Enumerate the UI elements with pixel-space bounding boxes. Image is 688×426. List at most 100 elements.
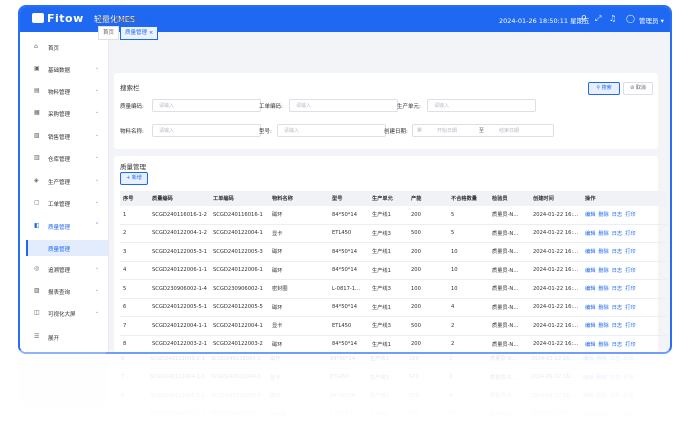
table-cell: ETL450 <box>329 316 369 336</box>
table-cell: 生产线3 <box>369 316 408 336</box>
breadcrumb-item[interactable]: 首页 <box>98 18 109 24</box>
quality-code-link[interactable]: SCGD240122004-1-1 <box>149 316 210 336</box>
sidebar-item-quality[interactable]: ◧ 质量管理 ⌃ <box>20 215 108 237</box>
sidebar-item-home[interactable]: ⌂ 首页 <box>20 36 108 58</box>
edit-link[interactable]: 编辑 <box>585 249 595 255</box>
table-cell: SCGD240122006-1 <box>210 261 269 280</box>
log-link[interactable]: 日志 <box>612 323 622 329</box>
log-link[interactable]: 日志 <box>612 212 622 218</box>
print-link[interactable]: 打印 <box>625 249 635 255</box>
quality-code-link[interactable]: SCGD230906002-1-4 <box>149 279 210 299</box>
chevron-down-icon: ⌄ <box>95 154 100 160</box>
table-cell: 质量员-N... <box>489 242 530 262</box>
quality-code-link[interactable]: SCGD240122004-1-2 <box>149 224 210 243</box>
table-row: 3 SCGD240122005-3-1 SCGD240122005-3 磁环 84*50… <box>120 242 667 262</box>
table-cell: 质量员-N... <box>489 279 530 299</box>
sidebar-expand[interactable]: ☰ 展开 <box>20 326 108 348</box>
breadcrumb-item[interactable]: 质量管理 <box>114 18 136 24</box>
table-cell: 显卡 <box>269 316 329 336</box>
delete-link[interactable]: 删除 <box>598 286 608 292</box>
edit-link[interactable]: 编辑 <box>585 268 595 274</box>
quality-code-link[interactable]: SCGD240122005-5-1 <box>149 298 210 317</box>
delete-link[interactable]: 删除 <box>598 231 608 237</box>
model-input[interactable]: 请输入 <box>277 124 386 137</box>
tab-quality[interactable]: 质量管理 × <box>120 26 159 40</box>
edit-link[interactable]: 编辑 <box>585 305 595 311</box>
home-icon: ⌂ <box>34 43 38 50</box>
tab-home[interactable]: 首页 <box>98 26 120 40</box>
print-link[interactable]: 打印 <box>625 231 635 237</box>
date-range-picker[interactable]: ▦ 开始日期 至 结束日期 <box>412 124 554 137</box>
table-cell: SCGD240122005-5 <box>210 298 269 317</box>
delete-link[interactable]: 删除 <box>598 212 608 218</box>
log-link[interactable]: 日志 <box>612 231 622 237</box>
log-link[interactable]: 日志 <box>612 342 622 348</box>
material-name-input[interactable]: 请输入 <box>152 124 261 137</box>
quality-code-input[interactable]: 请输入 <box>152 99 261 112</box>
production-unit-input[interactable]: 请输入 <box>427 99 536 112</box>
sidebar-subitem-quality[interactable]: 质量管理 <box>26 240 108 256</box>
cancel-button[interactable]: ⊘ 取消 <box>623 82 653 95</box>
table-cell: 2024-01-22 16:... <box>530 279 582 299</box>
table-row: 6 SCGD240122005-5-1 SCGD240122005-5 磁环 84*50… <box>120 298 667 317</box>
column-header: 生产单元 <box>369 191 408 206</box>
search-button[interactable]: ⚲ 搜索 <box>588 82 620 95</box>
quality-code-link[interactable]: SCGD240122006-1-1 <box>149 261 210 280</box>
edit-link[interactable]: 编辑 <box>585 231 595 237</box>
print-link[interactable]: 打印 <box>625 268 635 274</box>
print-link[interactable]: 打印 <box>625 305 635 311</box>
sidebar-item-basic-data[interactable]: ▣ 基础数据 ⌄ <box>20 58 108 80</box>
quality-code-link[interactable]: SCGD240116016-1-2 <box>149 206 210 225</box>
screen-icon: ◫ <box>34 309 40 316</box>
sidebar-item-screen[interactable]: ◫ 可视化大屏 ⌄ <box>20 302 108 324</box>
log-link[interactable]: 日志 <box>612 249 622 255</box>
log-link[interactable]: 日志 <box>612 286 622 292</box>
log-link[interactable]: 日志 <box>612 268 622 274</box>
table-cell: SCGD240122004-1 <box>210 224 269 243</box>
table-cell: 质量员-N... <box>489 316 530 336</box>
print-link[interactable]: 打印 <box>625 342 635 348</box>
print-link[interactable]: 打印 <box>625 286 635 292</box>
table-cell: 2024-01-22 16:... <box>530 298 582 317</box>
table-cell: 生产线1 <box>369 206 408 225</box>
column-header: 物料名称 <box>269 191 329 206</box>
sidebar: ⌂ 首页 ▣ 基础数据 ⌄ ▤ 物料管理 ⌄ ▦ 采购管理 ⌄ ▧ 销售管理 ⌄ ▥ 仓库管理 ⌄ ◈… <box>20 32 109 352</box>
production-icon: ◈ <box>34 177 39 184</box>
delete-link[interactable]: 删除 <box>598 249 608 255</box>
workorder-code-input[interactable]: 请输入 <box>289 99 398 112</box>
table-cell: 5 <box>448 206 489 225</box>
delete-link[interactable]: 删除 <box>598 268 608 274</box>
table-cell: 质量员-N... <box>489 298 530 317</box>
sidebar-item-production[interactable]: ◈ 生产管理 ⌄ <box>20 170 108 192</box>
table-cell: 200 <box>408 298 448 317</box>
edit-link[interactable]: 编辑 <box>585 286 595 292</box>
delete-link[interactable]: 删除 <box>598 323 608 329</box>
edit-link[interactable]: 编辑 <box>585 323 595 329</box>
chevron-down-icon: ⌄ <box>95 109 100 115</box>
database-icon: ▣ <box>34 65 40 72</box>
quality-code-link[interactable]: SCGD240122005-3-1 <box>149 242 210 262</box>
delete-link[interactable]: 删除 <box>598 342 608 348</box>
sidebar-item-sales[interactable]: ▧ 销售管理 ⌄ <box>20 125 108 147</box>
sidebar-item-material[interactable]: ▤ 物料管理 ⌄ <box>20 80 108 102</box>
logo-text: Fitow <box>47 12 84 25</box>
add-button[interactable]: + 新增 <box>120 172 148 185</box>
edit-link[interactable]: 编辑 <box>585 342 595 348</box>
chevron-down-icon: ⌄ <box>95 309 100 315</box>
delete-link[interactable]: 删除 <box>598 305 608 311</box>
table-cell: 密封圈 <box>269 279 329 299</box>
quality-icon: ◧ <box>34 222 40 229</box>
cart-icon: ▦ <box>34 109 40 116</box>
log-link[interactable]: 日志 <box>612 305 622 311</box>
chevron-down-icon: ⌄ <box>95 132 100 138</box>
sidebar-item-warehouse[interactable]: ▥ 仓库管理 ⌄ <box>20 147 108 169</box>
print-link[interactable]: 打印 <box>625 323 635 329</box>
table-cell: 2 <box>120 224 149 243</box>
sidebar-item-workorder[interactable]: ▢ 工单管理 ⌄ <box>20 192 108 214</box>
table-header-row: 序号 质量编码 工单编码 物料名称 型号 生产单元 产能 不合格数量 检验员 创建时间 操作 <box>120 191 667 206</box>
edit-link[interactable]: 编辑 <box>585 212 595 218</box>
sidebar-item-report[interactable]: ▨ 报表查询 ⌄ <box>20 280 108 302</box>
sidebar-item-purchase[interactable]: ▦ 采购管理 ⌄ <box>20 102 108 124</box>
sidebar-item-trace[interactable]: ◎ 追溯管理 ⌄ <box>20 258 108 280</box>
print-link[interactable]: 打印 <box>625 212 635 218</box>
